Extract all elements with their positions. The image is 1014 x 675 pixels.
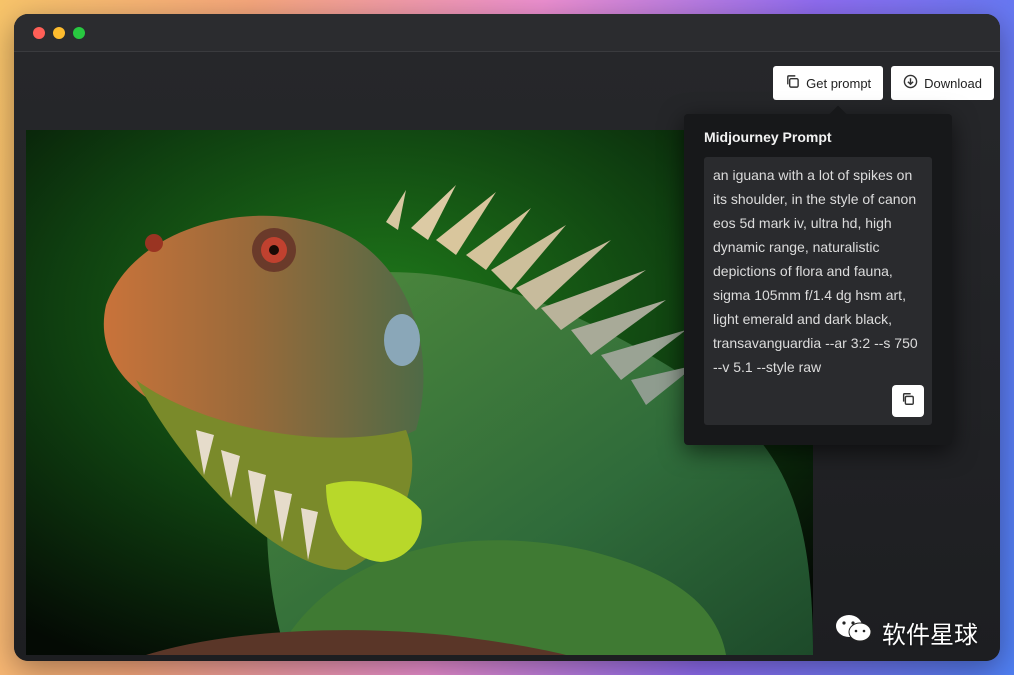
prompt-text: an iguana with a lot of spikes on its sh… xyxy=(713,167,918,375)
watermark-text: 软件星球 xyxy=(882,620,978,649)
copy-icon xyxy=(785,74,800,92)
prompt-popover: Midjourney Prompt an iguana with a lot o… xyxy=(684,105,952,445)
main-content: Get prompt Download Midjourney Prompt an… xyxy=(14,52,1000,661)
copy-prompt-button[interactable] xyxy=(892,385,924,417)
watermark: 软件星球 xyxy=(834,612,978,652)
title-bar xyxy=(14,14,1000,52)
minimize-window-button[interactable] xyxy=(53,27,65,39)
maximize-window-button[interactable] xyxy=(73,27,85,39)
toolbar: Get prompt Download xyxy=(773,66,994,100)
prompt-text-box[interactable]: an iguana with a lot of spikes on its sh… xyxy=(704,157,932,425)
popover-arrow xyxy=(829,105,847,123)
get-prompt-button[interactable]: Get prompt xyxy=(773,66,884,100)
popover-title: Midjourney Prompt xyxy=(704,129,832,145)
copy-icon xyxy=(901,389,915,413)
wechat-icon xyxy=(834,612,874,652)
download-icon xyxy=(903,74,918,92)
download-label: Download xyxy=(924,75,982,91)
get-prompt-label: Get prompt xyxy=(806,75,872,91)
download-button[interactable]: Download xyxy=(891,66,994,100)
app-window: Get prompt Download Midjourney Prompt an… xyxy=(14,14,1000,661)
close-window-button[interactable] xyxy=(33,27,45,39)
